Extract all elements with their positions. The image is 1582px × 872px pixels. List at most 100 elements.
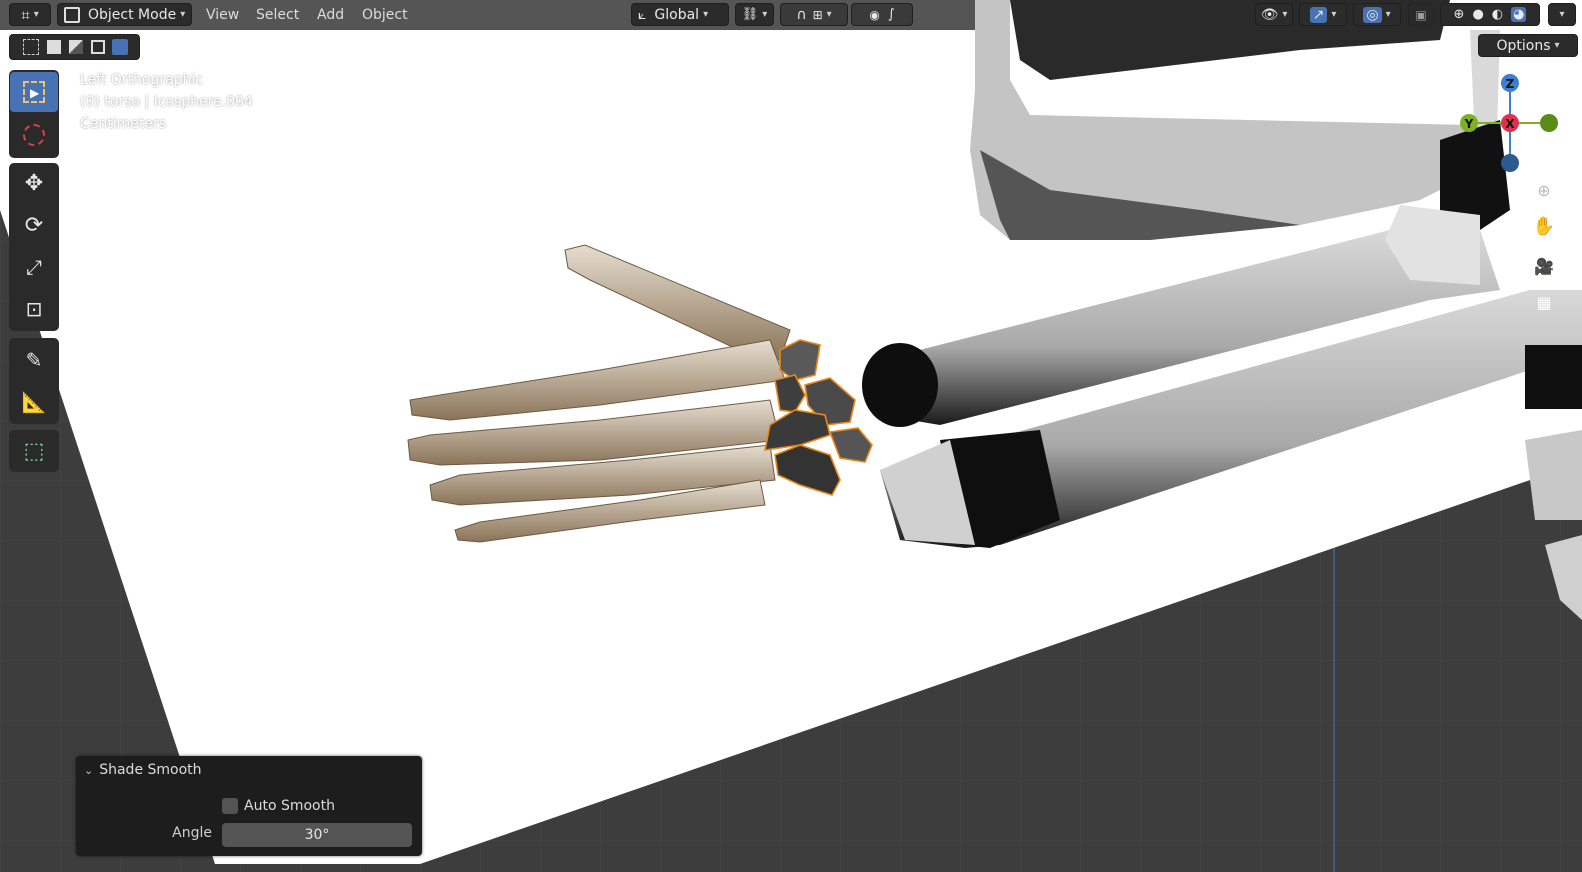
editor-type-icon: ⌗ (21, 5, 30, 24)
magnet-icon: ∩ (796, 6, 807, 23)
auto-smooth-label: Auto Smooth (244, 798, 335, 814)
xray-icon: ▣ (1415, 7, 1427, 22)
camera-view-button[interactable]: 🎥 (1530, 252, 1558, 280)
overlays-icon: ◎ (1363, 6, 1382, 23)
xray-toggle-button[interactable]: ▣ (1408, 3, 1434, 26)
select-intersect-icon[interactable] (111, 39, 128, 55)
gizmo-z-label: Z (1506, 77, 1515, 91)
toolbar-transform-group: ✥ ⟳ ⤢ ⊡ (9, 163, 59, 331)
object-mode-icon (64, 6, 80, 23)
tool-annotate[interactable]: ✎ (10, 340, 58, 380)
transform-orientation-dropdown[interactable]: ⟀ Global ▾ (631, 3, 729, 26)
orientation-axes-icon: ⟀ (638, 6, 647, 23)
visibility-filter-button[interactable]: 👁 ▾ (1255, 3, 1293, 26)
transform-icon: ⊡ (25, 297, 43, 321)
gizmo-icon: ↗ (1309, 6, 1328, 23)
gizmo-toggle-button[interactable]: ↗ ▾ (1299, 3, 1347, 26)
pivot-point-button[interactable]: ⛓ ▾ (735, 3, 774, 26)
menu-view[interactable]: View (202, 4, 243, 26)
tool-scale[interactable]: ⤢ (10, 247, 58, 287)
zoom-icon: ⊕ (1537, 180, 1551, 200)
view-name-label: Left Orthographic (80, 72, 204, 88)
add-cube-icon: ⬚ (23, 438, 45, 464)
chevron-down-icon: ▾ (1554, 40, 1560, 51)
select-subtract-icon[interactable] (68, 40, 83, 54)
options-button[interactable]: Options ▾ (1478, 34, 1578, 57)
gizmo-x-label: X (1505, 117, 1515, 131)
units-label: Centimeters (80, 116, 167, 132)
gizmo-neg-y-axis[interactable] (1540, 114, 1558, 132)
proportional-edit-button[interactable]: ◉ ∫ (851, 3, 913, 26)
menu-select[interactable]: Select (252, 4, 303, 26)
tool-measure[interactable]: 📐 (10, 382, 58, 422)
edge-object (1525, 345, 1582, 409)
orientation-label: Global (654, 6, 700, 23)
solid-shading-icon[interactable]: ● (1472, 7, 1483, 22)
select-new-icon[interactable] (22, 39, 39, 55)
menu-object[interactable]: Object (358, 4, 412, 26)
chevron-down-icon: ▾ (33, 9, 39, 20)
menu-add[interactable]: Add (313, 4, 348, 26)
tool-rotate[interactable]: ⟳ (10, 205, 58, 245)
select-extend-icon[interactable] (46, 40, 61, 54)
chevron-down-icon: ▾ (1282, 9, 1288, 20)
chevron-down-icon: ▾ (1331, 9, 1337, 20)
cursor-icon (23, 124, 45, 146)
tool-move[interactable]: ✥ (10, 163, 58, 203)
material-shading-icon[interactable]: ◐ (1492, 7, 1503, 22)
zoom-button[interactable]: ⊕ (1530, 176, 1558, 204)
operator-panel-header[interactable]: ⌄ Shade Smooth (84, 762, 202, 778)
edge-object-2 (1525, 430, 1582, 520)
navigation-gizmo[interactable]: Z Y X (1455, 68, 1565, 178)
options-label: Options (1496, 37, 1551, 54)
chevron-down-icon: ▾ (826, 9, 832, 20)
gizmo-y-label: Y (1464, 117, 1474, 131)
auto-smooth-checkbox[interactable] (222, 798, 238, 814)
overlays-toggle-button[interactable]: ◎ ▾ (1353, 3, 1401, 26)
auto-smooth-row: Auto Smooth (222, 798, 335, 814)
angle-field[interactable]: 30° (222, 823, 412, 847)
selection-mode-group (9, 34, 140, 60)
pivot-icon: ⛓ (741, 7, 759, 22)
toolbar-annotate-group: ✎ 📐 (9, 338, 59, 424)
falloff-curve-icon: ∫ (887, 7, 895, 22)
tool-transform[interactable]: ⊡ (10, 289, 58, 329)
3d-viewport[interactable] (0, 0, 1582, 872)
toolbar-add-group: ⬚ (9, 430, 59, 472)
scale-icon: ⤢ (26, 255, 42, 279)
hand-icon: ✋ (1532, 215, 1556, 237)
tool-cursor[interactable] (10, 115, 58, 155)
snap-button[interactable]: ∩ ⊞ ▾ (780, 3, 848, 26)
camera-icon: 🎥 (1534, 256, 1554, 276)
pencil-icon: ✎ (25, 348, 43, 372)
chevron-down-icon: ▾ (180, 9, 186, 20)
radius-end (862, 343, 938, 427)
chevron-down-icon: ▾ (703, 9, 709, 20)
angle-label: Angle (172, 825, 212, 841)
chevron-down-icon: ▾ (1385, 9, 1391, 20)
shading-options-button[interactable]: ▾ (1548, 3, 1576, 26)
pan-button[interactable]: ✋ (1530, 212, 1558, 240)
object-info-label: (0) torso | Icosphere.004 (80, 94, 253, 110)
mode-selector[interactable]: Object Mode ▾ (57, 3, 192, 26)
chevron-down-icon: ⌄ (84, 763, 94, 777)
wireframe-shading-icon[interactable]: ⊕ (1454, 7, 1465, 22)
gizmo-neg-z-axis[interactable] (1501, 154, 1519, 172)
select-difference-icon[interactable] (90, 40, 105, 54)
grid-icon: ▦ (1536, 292, 1552, 312)
shading-mode-group: ⊕ ● ◐ ◕ (1440, 3, 1540, 26)
rendered-shading-icon[interactable]: ◕ (1511, 7, 1527, 22)
ruler-icon: 📐 (21, 390, 47, 414)
tool-add-cube[interactable]: ⬚ (10, 431, 58, 471)
chevron-down-icon: ▾ (762, 9, 768, 20)
eye-icon: 👁 (1260, 6, 1279, 23)
move-icon: ✥ (24, 170, 44, 196)
viewport-scene[interactable] (0, 0, 1582, 872)
toolbar-select-group: ▶ (9, 70, 59, 158)
operator-panel: ⌄ Shade Smooth Auto Smooth Angle 30° (76, 756, 422, 856)
editor-type-button[interactable]: ⌗ ▾ (9, 3, 51, 26)
tool-select-box[interactable]: ▶ (10, 72, 58, 112)
snap-increment-icon: ⊞ (812, 7, 823, 22)
rotate-icon: ⟳ (24, 212, 44, 238)
ortho-toggle-button[interactable]: ▦ (1530, 288, 1558, 316)
